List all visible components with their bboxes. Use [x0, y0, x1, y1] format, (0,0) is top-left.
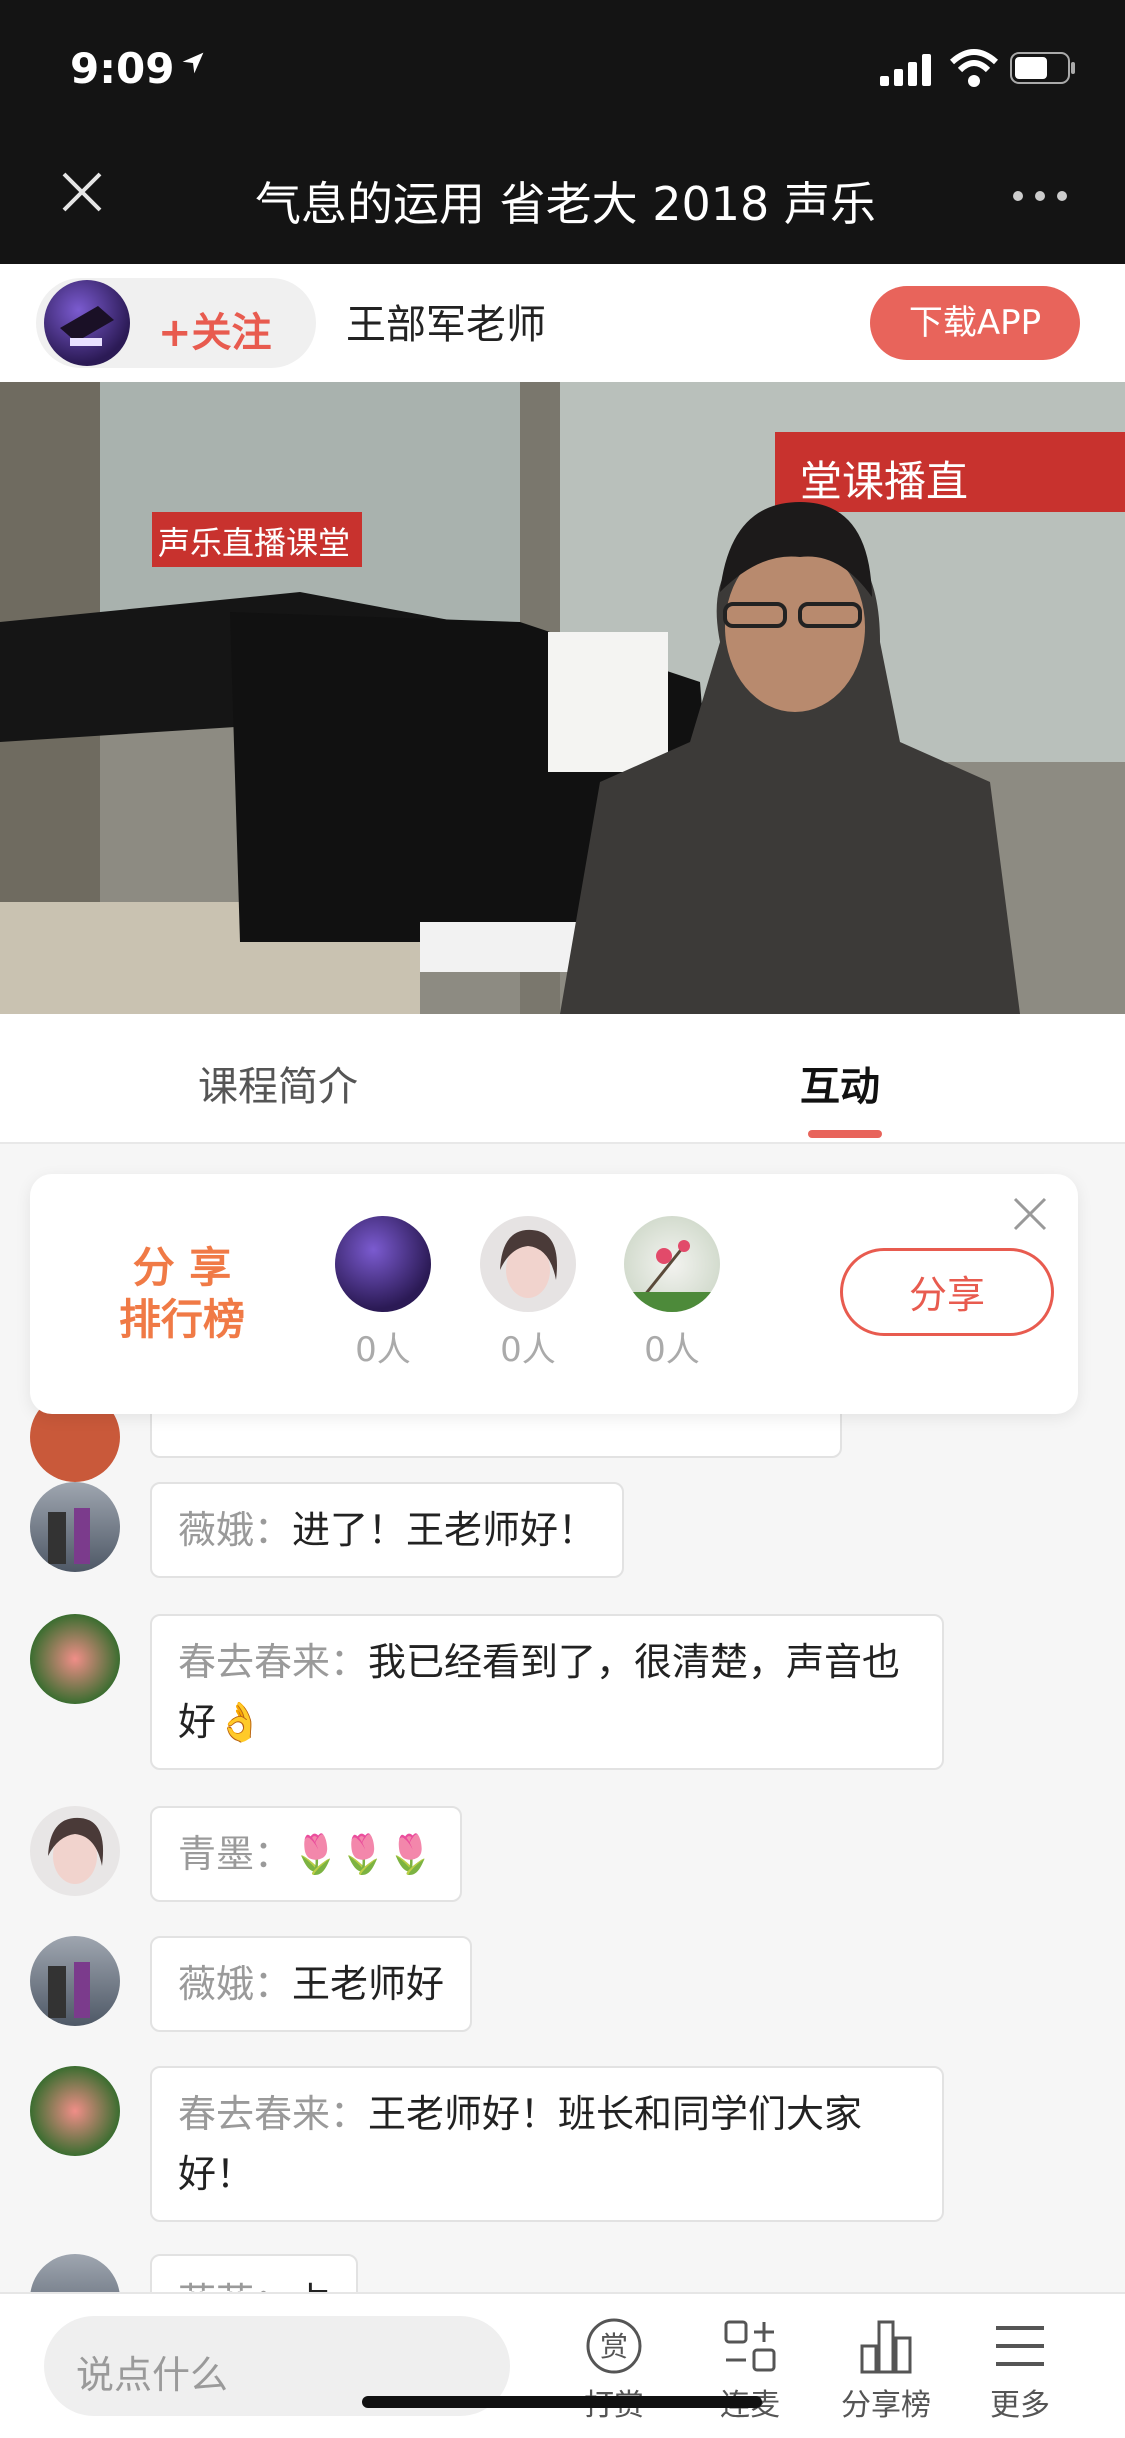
rank-count-2: 0人 — [500, 1330, 556, 1370]
top-bar: 9:09 气息的运用 省老大 2018 声乐 — [0, 0, 1125, 264]
tab-course-intro[interactable]: 课程简介 — [198, 1054, 358, 1112]
connect-mic-icon — [724, 2320, 776, 2372]
share-rank-label: 分享榜 — [841, 2388, 931, 2423]
message-text: 占 — [292, 2280, 330, 2292]
teacher-name: 王部军老师 — [346, 302, 546, 348]
bottom-bar: 说点什么 赏 打赏 连麦 分享榜 更多 — [0, 2292, 1125, 2438]
rank-count-1: 0人 — [355, 1330, 411, 1370]
share-rank-button[interactable]: 分享榜 — [826, 2316, 946, 2424]
tab-interaction[interactable]: 互动 — [800, 1054, 880, 1112]
chat-bubble: 青墨：🌷🌷🌷 — [150, 1806, 462, 1902]
rank-avatar-2[interactable] — [480, 1216, 576, 1312]
teacher-bar: +关注 王部军老师 下载APP — [0, 264, 1125, 382]
page-title: 气息的运用 省老大 2018 声乐 — [255, 177, 875, 228]
share-rank-title-line2: 排行榜 — [118, 1295, 245, 1344]
more-button[interactable]: 更多 — [960, 2316, 1080, 2424]
reward-icon: 赏 — [586, 2318, 642, 2374]
sender-name: 春去春来： — [178, 1640, 369, 1684]
chat-bubble: 春去春来：我已经看到了，很清楚，声音也好👌 — [150, 1614, 944, 1770]
piano-avatar-icon — [60, 306, 114, 346]
share-rank-title-line1: 分 享 — [132, 1243, 232, 1292]
avatar-face-icon — [500, 1229, 557, 1298]
battery-icon — [1010, 52, 1075, 84]
close-icon[interactable] — [1012, 1196, 1048, 1232]
avatar-flower-icon — [624, 1240, 720, 1312]
location-arrow-icon — [182, 52, 204, 74]
sender-name: 青墨： — [178, 1832, 293, 1876]
chat-bubble: 薇娥：王老师好 — [150, 1936, 473, 2032]
download-app-button[interactable]: 下载APP — [870, 286, 1080, 360]
rank-count-3: 0人 — [644, 1330, 700, 1370]
tab-bar: 课程简介 互动 — [0, 1014, 1125, 1144]
video-banner-right: 堂课播直 — [800, 457, 969, 506]
comment-placeholder: 说点什么 — [76, 2353, 229, 2397]
follow-button[interactable]: +关注 — [158, 300, 272, 358]
share-rank-title: 分 享 排行榜 — [92, 1242, 272, 1346]
message-avatar[interactable] — [30, 1936, 120, 2026]
svg-text:赏: 赏 — [600, 2330, 628, 2363]
message-text: 🌷🌷🌷 — [292, 1832, 434, 1876]
sender-name: 春去春来： — [178, 2092, 369, 2136]
sender-name: 菲菲： — [178, 2280, 292, 2292]
message-avatar[interactable] — [30, 2254, 120, 2292]
chat-bubble: 薇娥：进了！王老师好！ — [150, 1482, 625, 1578]
wifi-icon — [950, 49, 998, 87]
message-avatar[interactable] — [30, 2066, 120, 2156]
menu-icon — [996, 2326, 1044, 2366]
chat-bubble: 春去春来：王老师好！班长和同学们大家好！ — [150, 2066, 944, 2222]
video-banner-left: 声乐直播课堂 — [158, 524, 351, 562]
sender-name: 薇娥： — [178, 1508, 293, 1552]
sender-name: 薇娥： — [178, 1962, 293, 2006]
rank-avatar-1[interactable] — [335, 1216, 431, 1312]
live-video[interactable]: 声乐直播课堂 堂课播直 — [0, 382, 1125, 1014]
message-text: 王老师好 — [292, 1962, 445, 2006]
teacher-avatar[interactable] — [44, 280, 130, 366]
message-text: 进了！王老师好！ — [292, 1508, 597, 1552]
share-button[interactable]: 分享 — [840, 1248, 1054, 1336]
message-avatar[interactable] — [30, 1806, 120, 1896]
avatar-photo-icon — [48, 1508, 90, 1564]
message-avatar[interactable] — [30, 1614, 120, 1704]
avatar-face-icon — [48, 1817, 104, 1884]
avatar-photo-icon — [48, 1962, 90, 2018]
rank-avatar-3[interactable] — [624, 1216, 720, 1312]
more-options-icon[interactable] — [1010, 186, 1070, 206]
share-rank-icon — [860, 2320, 912, 2374]
home-indicator[interactable] — [362, 2396, 762, 2408]
chat-bubble: 菲菲：占 — [150, 2254, 359, 2292]
status-time: 9:09 — [70, 44, 175, 93]
follow-pill[interactable]: +关注 — [36, 278, 316, 368]
more-label: 更多 — [990, 2388, 1050, 2423]
cellular-signal-icon — [880, 54, 931, 86]
message-avatar[interactable] — [30, 1482, 120, 1572]
active-tab-indicator — [808, 1130, 882, 1138]
share-rank-card: 分 享 排行榜 0人 0人 0人 分享 — [30, 1174, 1078, 1414]
close-icon[interactable] — [60, 170, 104, 214]
